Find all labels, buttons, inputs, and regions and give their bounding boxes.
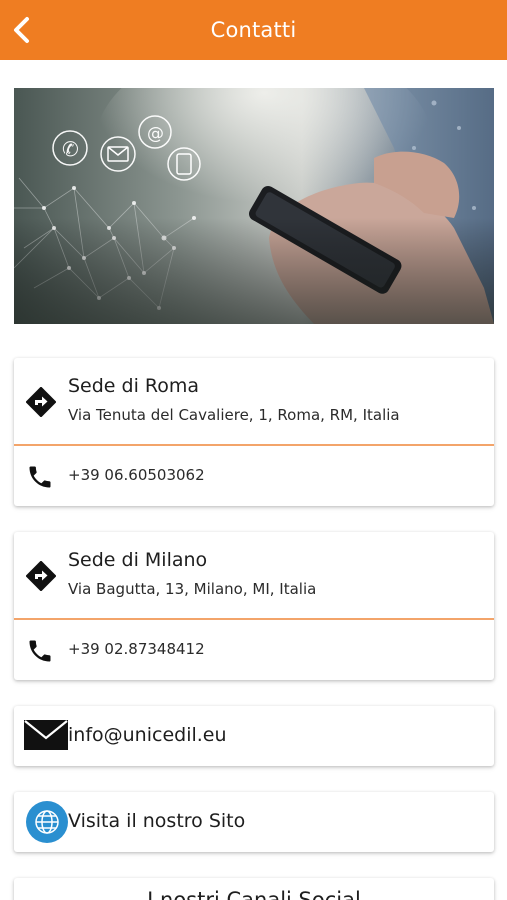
social-card[interactable]: I nostri Canali Social: [14, 878, 494, 900]
email-card[interactable]: info@unicedil.eu: [14, 706, 494, 766]
directions-icon: [26, 387, 56, 417]
office-title: Sede di Milano: [68, 549, 208, 571]
office-title: Sede di Roma: [68, 375, 200, 397]
social-title: I nostri Canali Social: [147, 888, 361, 900]
phone-row-milano[interactable]: +39 02.87348412: [14, 620, 494, 680]
phone-icon: [29, 640, 51, 662]
office-phone: +39 06.60503062: [68, 466, 205, 484]
website-card[interactable]: Visita il nostro Sito: [14, 792, 494, 852]
top-app-bar: Contatti: [0, 0, 507, 60]
hero-image: ✆ @: [14, 88, 494, 324]
email-link: info@unicedil.eu: [68, 724, 227, 746]
office-phone: +39 02.87348412: [68, 640, 205, 658]
office-address: Via Bagutta, 13, Milano, MI, Italia: [68, 580, 317, 598]
address-row-roma[interactable]: Sede di Roma Via Tenuta del Cavaliere, 1…: [14, 358, 494, 444]
office-card-milano: Sede di Milano Via Bagutta, 13, Milano, …: [14, 532, 494, 680]
envelope-icon: [24, 720, 68, 750]
phone-row-roma[interactable]: +39 06.60503062: [14, 446, 494, 506]
office-address: Via Tenuta del Cavaliere, 1, Roma, RM, I…: [68, 406, 400, 424]
directions-icon: [26, 561, 56, 591]
globe-icon: [26, 801, 68, 843]
page-title: Contatti: [210, 18, 297, 42]
website-link: Visita il nostro Sito: [68, 810, 246, 832]
address-row-milano[interactable]: Sede di Milano Via Bagutta, 13, Milano, …: [14, 532, 494, 618]
office-card-roma: Sede di Roma Via Tenuta del Cavaliere, 1…: [14, 358, 494, 506]
phone-icon: [29, 466, 51, 488]
